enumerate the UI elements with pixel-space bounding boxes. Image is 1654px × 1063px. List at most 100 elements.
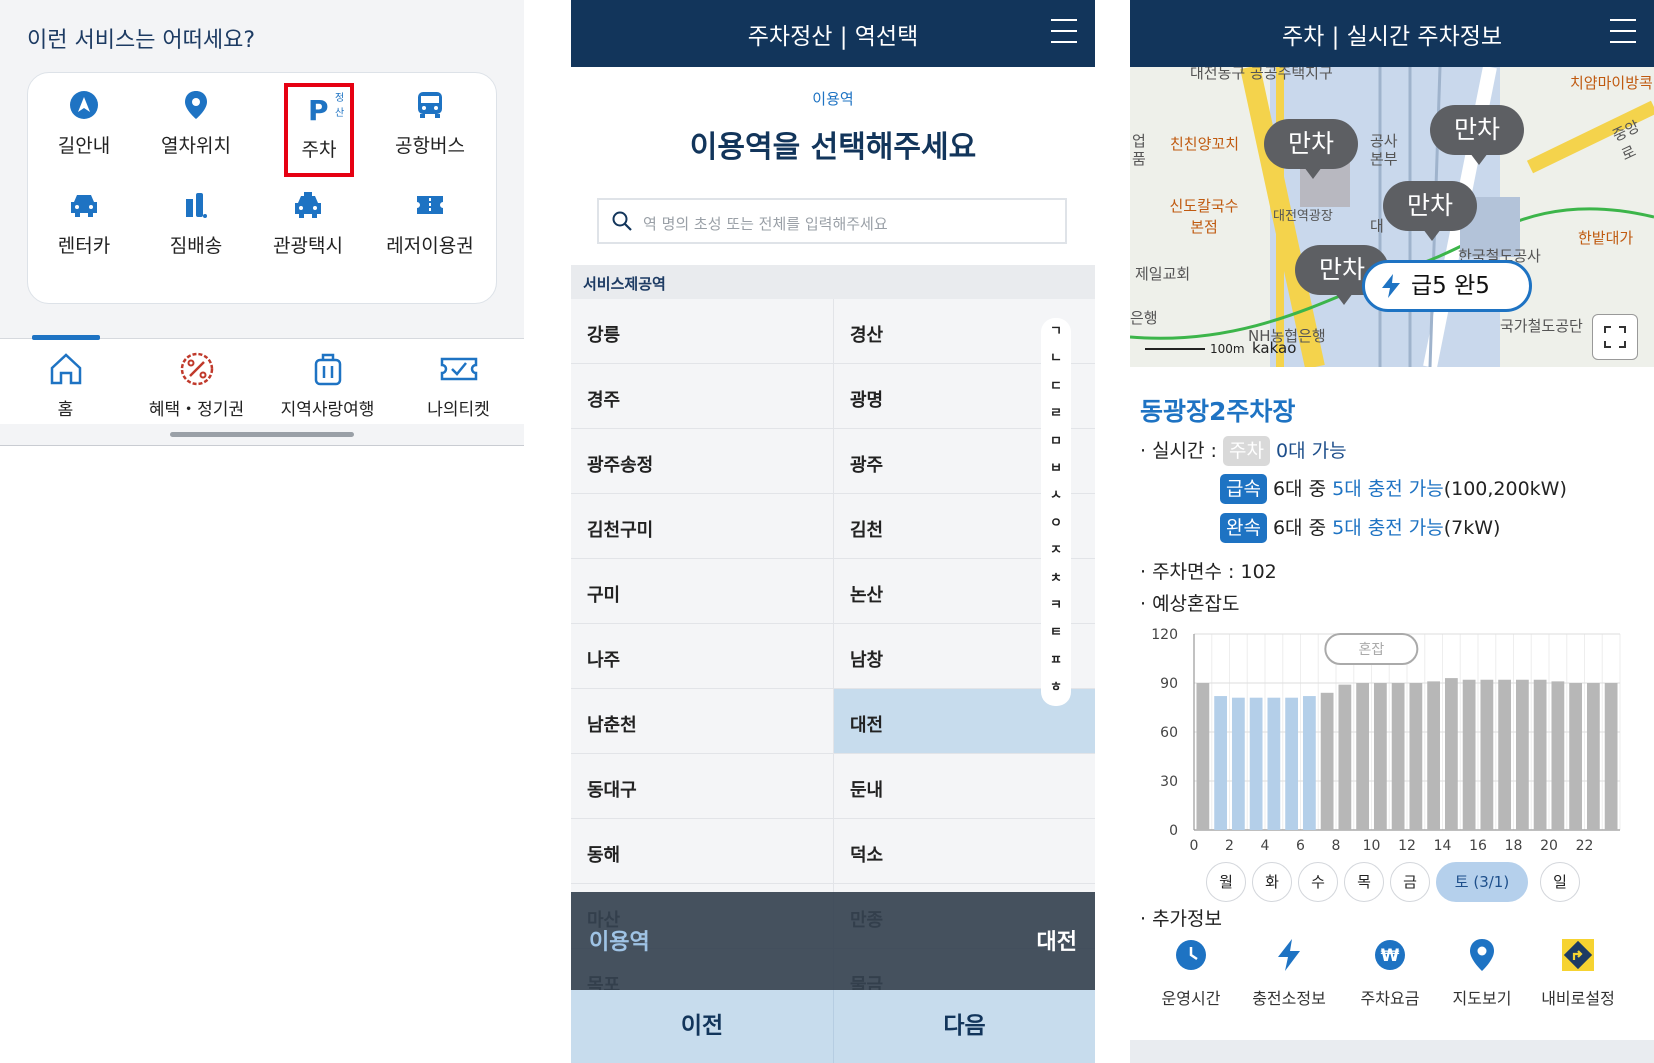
operating-hours-button[interactable]: 운영시간 [1141,935,1241,1009]
nav-label: 나의티켓 [427,400,490,420]
day-option[interactable]: 화 [1252,862,1292,902]
chart-bar [1267,697,1281,830]
index-letter[interactable]: ㅋ [1041,592,1071,619]
slow-charge-total: 6대 중 [1272,517,1327,539]
x-tick-label: 18 [1505,838,1523,852]
map-label: 대 [1370,217,1384,235]
chart-bar [1338,684,1352,830]
service-tour-taxi[interactable]: 관광택시 [252,173,364,269]
index-letter[interactable]: ㅁ [1041,428,1071,455]
service-train-location[interactable]: 열차위치 [140,73,252,169]
service-parking[interactable]: P 정산 주차 [284,83,354,177]
chart-bar [1231,697,1245,830]
service-label: 길안내 [57,135,111,157]
service-luggage[interactable]: 짐배송 [140,173,252,269]
station-item[interactable]: 강릉 [571,299,833,364]
ticket-icon [412,187,448,223]
parking-info-screen: 주차 | 실시간 주차정보 대전동구 공공주택지구 치얌마이방콕 친친양꼬치 신… [1130,0,1654,1063]
selected-station-key: 이용역 [589,930,650,955]
day-option[interactable]: 일 [1540,862,1580,902]
home-icon [0,349,131,389]
index-letter[interactable]: ㄱ [1041,318,1071,345]
y-tick-label: 120 [1151,627,1178,643]
index-letter[interactable]: ㄴ [1041,345,1071,372]
search-icon [611,210,633,236]
map-label: 대전동구 공공주택지구 [1190,67,1333,82]
nav-home[interactable]: 홈 [0,349,131,420]
ev-charger-marker[interactable]: 급5 완5 [1362,260,1532,312]
index-letter[interactable]: ㄹ [1041,400,1071,427]
y-tick-label: 90 [1160,676,1178,692]
ev-marker-label: 급5 완5 [1411,273,1490,299]
prev-button[interactable]: 이전 [571,990,833,1063]
service-label: 렌터카 [57,235,111,257]
index-letter[interactable]: ㅇ [1041,510,1071,537]
station-item[interactable]: 둔내 [833,754,1095,819]
index-letter[interactable]: ㅎ [1041,674,1071,701]
congestion-label: · 예상혼잡도 [1140,593,1240,615]
nav-my-ticket[interactable]: 나의티켓 [393,349,524,420]
chart-bar [1604,683,1618,830]
service-airport-bus[interactable]: 공항버스 [374,73,486,169]
day-option[interactable]: 토 (3/1) [1436,862,1528,902]
index-letter[interactable]: ㅌ [1041,619,1071,646]
station-label: 구미 [587,585,621,606]
index-letter[interactable]: ㄷ [1041,373,1071,400]
station-label: 둔내 [850,780,884,801]
x-tick-label: 4 [1261,838,1270,852]
map-label: 제일교회 [1135,265,1191,283]
service-navigation[interactable]: 길안내 [28,73,140,169]
charger-info-button[interactable]: 충전소정보 [1239,935,1339,1009]
parking-fee-button[interactable]: ₩ 주차요금 [1340,935,1440,1009]
index-letter[interactable]: ㅂ [1041,455,1071,482]
full-parking-marker[interactable]: 만차 [1430,105,1525,165]
day-option[interactable]: 금 [1390,862,1430,902]
station-item[interactable]: 덕소 [833,819,1095,884]
station-label: 나주 [587,650,621,671]
x-tick-label: 6 [1296,838,1305,852]
initial-consonant-index[interactable]: ㄱㄴㄷㄹㅁㅂㅅㅇㅈㅊㅋㅌㅍㅎ [1041,318,1071,706]
station-item[interactable]: 광주송정 [571,429,833,494]
index-letter[interactable]: ㅈ [1041,537,1071,564]
parking-map[interactable]: 대전동구 공공주택지구 치얌마이방콕 친친양꼬치 신도칼국수 본점 대전역광장 … [1130,67,1654,367]
index-letter[interactable]: ㅍ [1041,647,1071,674]
slow-charge-available: 5대 충전 가능 [1332,517,1444,539]
station-item[interactable]: 동해 [571,819,833,884]
expand-map-button[interactable] [1592,314,1638,360]
full-parking-marker[interactable]: 만차 [1383,181,1478,241]
station-search-input[interactable]: 역 명의 초성 또는 전체를 입력해주세요 [597,198,1067,244]
nav-label: 지역사랑여행 [280,400,375,420]
chart-bar [1285,697,1299,830]
service-rental-car[interactable]: 렌터카 [28,173,140,269]
taxi-icon [290,187,326,223]
station-item[interactable]: 남춘천 [571,689,833,754]
service-label: 주차 [301,139,337,161]
station-item[interactable]: 경주 [571,364,833,429]
menu-icon[interactable] [1051,19,1077,45]
view-map-button[interactable]: 지도보기 [1432,935,1532,1009]
station-item[interactable]: 김천구미 [571,494,833,559]
index-letter[interactable]: ㅊ [1041,565,1071,592]
index-letter[interactable]: ㅅ [1041,482,1071,509]
home-indicator[interactable] [170,432,354,437]
day-option[interactable]: 목 [1344,862,1384,902]
set-navigation-button[interactable]: 내비로설정 [1528,935,1628,1009]
chart-bar [1320,692,1334,830]
nav-benefits[interactable]: 혜택・정기권 [131,349,262,420]
congestion-chart: 0 30 60 90 120 0 2 4 6 8 10 12 14 16 18 20 22 혼잡 [1151,627,1621,852]
action-buttons: 이전 다음 [571,990,1095,1063]
chart-bar [1569,683,1583,830]
day-option[interactable]: 월 [1206,862,1246,902]
station-item[interactable]: 나주 [571,624,833,689]
day-option[interactable]: 수 [1298,862,1338,902]
clock-icon [1141,935,1241,975]
map-label: 치얌마이방콕 [1570,74,1653,92]
menu-icon[interactable] [1610,19,1636,45]
full-parking-marker[interactable]: 만차 [1264,119,1359,179]
station-item[interactable]: 동대구 [571,754,833,819]
station-item[interactable]: 구미 [571,559,833,624]
nav-local-travel[interactable]: 지역사랑여행 [262,349,393,420]
service-leisure-ticket[interactable]: 레저이용권 [374,173,486,269]
discount-badge-icon [131,349,262,389]
next-button[interactable]: 다음 [833,990,1095,1063]
